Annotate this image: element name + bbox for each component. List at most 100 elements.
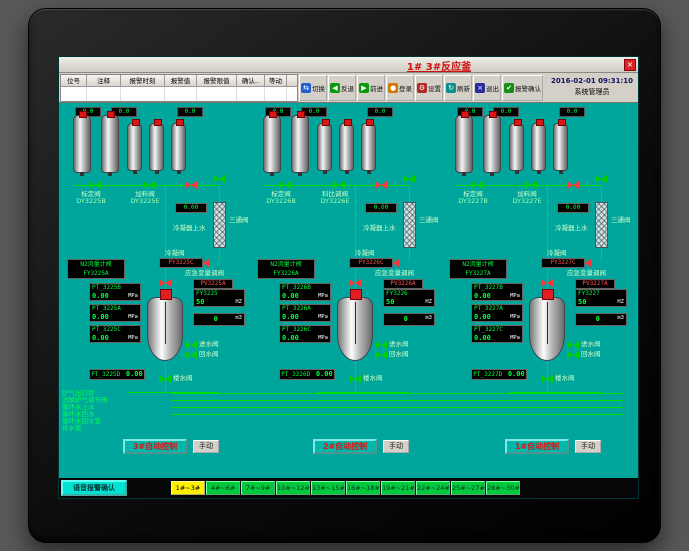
pipe-line [509,392,601,393]
auto-control-button[interactable]: 1#自动控制 [505,439,569,454]
login-icon: ● [388,83,398,93]
inlet-valve-label: 进水阀 [581,341,601,348]
valve-icon[interactable] [375,351,387,359]
alarm-column-header[interactable]: 确认.. [237,75,265,86]
user-text: 系统管理员 [547,87,637,98]
switch-button[interactable]: ⇆切换 [299,75,327,101]
alarm-column-header[interactable]: 报警限值 [197,75,237,86]
valve-icon[interactable] [213,175,225,183]
inlet-valve-label: 进水阀 [389,341,409,348]
back-button[interactable]: ◀反退 [328,75,356,101]
voice-alarm-ack-button[interactable]: 语音报警确认 [61,480,127,496]
valve-icon[interactable] [525,181,537,189]
forward-button[interactable]: ▶前进 [357,75,385,101]
alarm-cell-empty [165,87,197,101]
page-button[interactable]: 13#~15# [311,481,345,495]
valve-icon[interactable] [471,181,483,189]
alarm-table-body[interactable] [61,87,297,101]
pressure-transmitter-readout: PT_3226A 0.00 MPa [279,304,331,322]
page-button[interactable]: 7#~9# [241,481,275,495]
valve-icon[interactable] [567,341,579,349]
pipe-line [601,185,602,202]
refresh-icon: ↻ [446,83,456,93]
storage-tank [509,123,524,171]
valve-icon[interactable] [159,279,171,287]
page-button[interactable]: 19#~21# [381,481,415,495]
page-button[interactable]: 25#~27# [451,481,485,495]
page-button[interactable]: 10#~12# [276,481,310,495]
valve-label: 加料阀 DY3227E [503,191,551,205]
valve-icon[interactable] [349,279,361,287]
valve-icon[interactable] [541,375,553,383]
settings-button[interactable]: ⚙设置 [415,75,443,101]
valve-icon[interactable] [89,181,101,189]
login-button[interactable]: ●登录 [386,75,414,101]
valve-icon[interactable] [143,181,155,189]
valve-icon[interactable] [595,175,607,183]
valve-icon[interactable] [349,375,361,383]
storage-tank [483,115,501,173]
condenser-column [213,202,226,248]
monitor-bezel: 1# 3#反应釜 × 位号注释报警时刻报警值报警限值确认..等动 ⇆切换◀反退▶… [28,8,661,543]
exit-button[interactable]: ×退出 [473,75,501,101]
bottom-bar: 语音报警确认 1#~3#4#~6#7#~9#10#~12#13#~15#16#~… [59,478,638,498]
surge-valve-label: 应急变量调阀 [185,270,224,277]
valve-icon[interactable] [185,181,197,189]
toolbar-button-label: 反退 [341,83,354,93]
alarm-ack-button[interactable]: ✔报警确认 [502,75,543,101]
manual-button[interactable]: 手动 [575,440,601,453]
auto-control-button[interactable]: 2#自动控制 [313,439,377,454]
flow-meter-readout: N2流量计阀 FY3227A [449,259,507,279]
pressure-transmitter-readout: PT_3227B 0.00 MPa [471,283,523,301]
reactor-vessel [147,297,183,361]
three-way-valve-label: 三通阀 [611,217,631,224]
valve-icon[interactable] [185,351,197,359]
toolbar-button-label: 刷新 [457,83,470,93]
valve-icon[interactable] [375,181,387,189]
alarm-column-header[interactable]: 位号 [61,75,87,86]
valve-icon[interactable] [567,351,579,359]
valve-icon[interactable] [333,181,345,189]
manual-button[interactable]: 手动 [383,440,409,453]
alarm-column-header[interactable]: 报警值 [165,75,197,86]
valve-icon[interactable] [403,175,415,183]
pressure-transmitter-readout: PT_3226B 0.00 MPa [279,283,331,301]
storage-tank [339,123,354,171]
page-button[interactable]: 4#~6# [206,481,240,495]
valve-icon[interactable] [541,279,553,287]
refresh-button[interactable]: ↻刷新 [444,75,472,101]
bottom-pressure-readout: PT_3226D 0.00 [279,369,335,380]
page-button[interactable]: 16#~18# [346,481,380,495]
storage-tank [317,123,332,171]
storage-tank [455,115,473,173]
reactor-group: 0.0 0.0 0.0 标定阀 DY3225B 加料阀 DY3225E 0.0 [67,107,255,457]
valve-icon[interactable] [567,181,579,189]
page-selector: 1#~3#4#~6#7#~9#10#~12#13#~15#16#~18#19#~… [171,481,521,495]
alarm-table: 位号注释报警时刻报警值报警限值确认..等动 [60,74,298,102]
pipe-line [409,185,410,202]
valve-label: 标定阀 DY3226B [257,191,305,205]
datetime-text: 2016-02-01 09:31:10 [547,75,637,87]
pressure-transmitter-readout: PT_3226C 0.00 MPa [279,325,331,343]
page-button[interactable]: 28#~30# [486,481,520,495]
flow-meter-readout: N2流量计阀 FY3226A [257,259,315,279]
pressure-transmitter-readout: PT_3227A 0.00 MPa [471,304,523,322]
auto-control-button[interactable]: 3#自动控制 [123,439,187,454]
valve-icon[interactable] [159,375,171,383]
page-button[interactable]: 22#~24# [416,481,450,495]
alarm-column-header[interactable]: 等动 [265,75,287,86]
valve-icon[interactable] [375,341,387,349]
pipe-line [601,248,602,262]
page-button[interactable]: 1#~3# [171,481,205,495]
valve-icon[interactable] [279,181,291,189]
close-icon[interactable]: × [624,59,636,71]
alarm-column-header[interactable]: 注释 [87,75,121,86]
alarm-column-header[interactable]: 报警时刻 [121,75,165,86]
drain-valve-label: 楼水阀 [173,375,193,382]
pipe-line [219,185,220,202]
valve-icon[interactable] [185,341,197,349]
manual-button[interactable]: 手动 [193,440,219,453]
reactor-vessel [529,297,565,361]
flow-meter-tag: FY3225A [68,269,124,278]
inlet-valve-label: 进水阀 [199,341,219,348]
